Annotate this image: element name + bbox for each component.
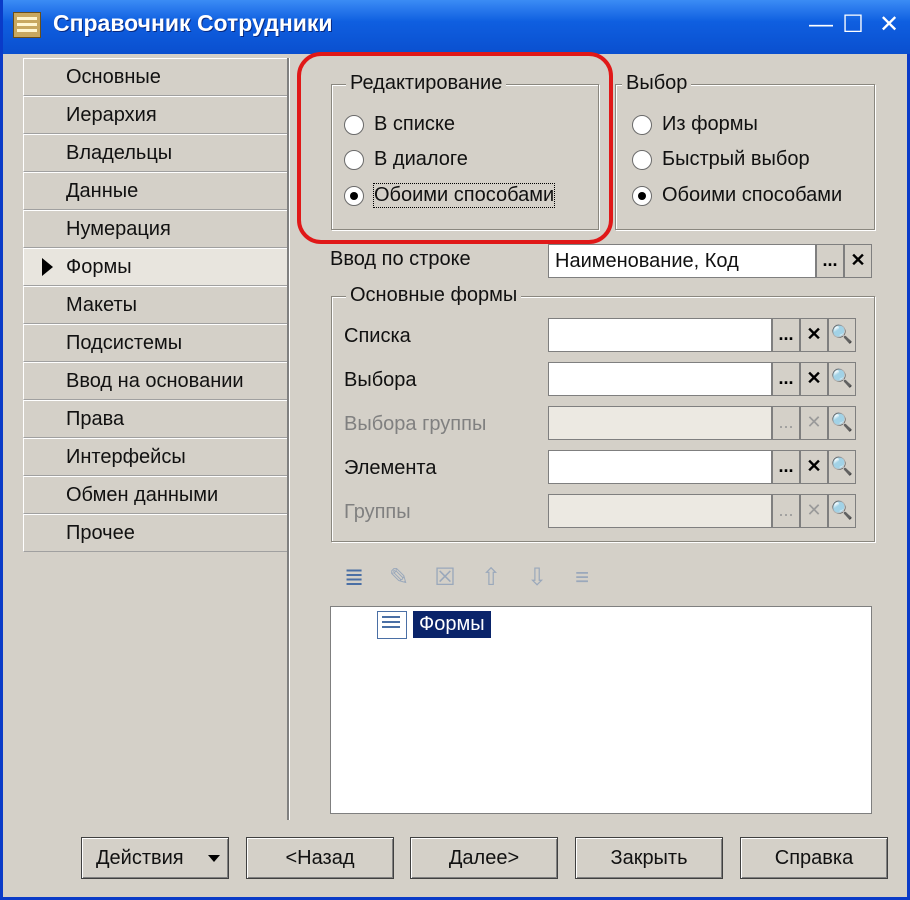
next-button[interactable]: Далее>	[410, 837, 558, 879]
line-input-clear-button[interactable]: ✕	[844, 244, 872, 278]
tab-label: Ввод на основании	[66, 370, 244, 392]
dialog-window: Справочник Сотрудники — ☐ ✕ Основные Иер…	[0, 0, 910, 900]
form-group-choice-clear-button: ✕	[800, 406, 828, 440]
actions-button[interactable]: Действия	[81, 837, 229, 879]
form-choice-label: Выбора	[344, 369, 417, 391]
tab-main[interactable]: Основные	[23, 58, 287, 96]
main-forms-group-title: Основные формы	[346, 284, 522, 307]
tab-forms[interactable]: Формы	[23, 248, 287, 286]
tab-label: Владельцы	[66, 142, 173, 164]
tab-label: Права	[66, 408, 125, 430]
form-list-clear-button[interactable]: ✕	[800, 318, 828, 352]
radio-label: Из формы	[662, 113, 758, 135]
help-button[interactable]: Справка	[740, 837, 888, 879]
back-button[interactable]: <Назад	[246, 837, 394, 879]
tab-list: Основные Иерархия Владельцы Данные Нумер…	[23, 58, 287, 552]
choice-group-title: Выбор	[622, 72, 692, 95]
form-icon	[377, 611, 407, 639]
form-group-label: Группы	[344, 501, 411, 523]
form-list-field[interactable]	[548, 318, 772, 352]
move-up-icon[interactable]: ⇧	[477, 562, 505, 594]
radio-circle-selected	[632, 186, 652, 206]
tab-interfaces[interactable]: Интерфейсы	[23, 438, 287, 476]
actions-button-label: Действия	[96, 847, 184, 869]
form-list-label: Списка	[344, 325, 411, 347]
form-list-open-button[interactable]: 🔍	[828, 318, 856, 352]
form-group-open-button: 🔍	[828, 494, 856, 528]
tab-input-basis[interactable]: Ввод на основании	[23, 362, 287, 400]
minimize-button[interactable]: —	[807, 10, 835, 40]
form-element-clear-button[interactable]: ✕	[800, 450, 828, 484]
tab-label: Обмен данными	[66, 484, 219, 506]
form-group-choice-open-button: 🔍	[828, 406, 856, 440]
line-input-select-button[interactable]: ...	[816, 244, 844, 278]
tab-label: Интерфейсы	[66, 446, 186, 468]
active-arrow-icon	[42, 258, 53, 276]
tab-label: Подсистемы	[66, 332, 183, 354]
line-input-field[interactable]: Наименование, Код	[548, 244, 816, 278]
tab-subsystems[interactable]: Подсистемы	[23, 324, 287, 362]
add-icon[interactable]: ≣	[340, 562, 368, 594]
tab-label: Данные	[66, 180, 139, 202]
tab-label: Формы	[66, 256, 132, 278]
form-element-open-button[interactable]: 🔍	[828, 450, 856, 484]
close-button[interactable]: Закрыть	[575, 837, 723, 879]
tab-other[interactable]: Прочее	[23, 514, 287, 552]
radio-label: Быстрый выбор	[662, 148, 810, 170]
form-group-choice-label: Выбора группы	[344, 413, 487, 435]
tab-numbering[interactable]: Нумерация	[23, 210, 287, 248]
tab-label: Прочее	[66, 522, 135, 544]
radio-label: Обоими способами	[662, 184, 843, 206]
form-element-select-button[interactable]: ...	[772, 450, 800, 484]
form-element-field[interactable]	[548, 450, 772, 484]
form-element-label: Элемента	[344, 457, 437, 479]
form-choice-open-button[interactable]: 🔍	[828, 362, 856, 396]
tab-hierarchy[interactable]: Иерархия	[23, 96, 287, 134]
tab-rights[interactable]: Права	[23, 400, 287, 438]
form-group-choice-field	[548, 406, 772, 440]
radio-circle	[632, 150, 652, 170]
window-title: Справочник Сотрудники	[53, 10, 333, 36]
edit-icon[interactable]: ✎	[385, 562, 413, 594]
close-window-button[interactable]: ✕	[875, 10, 903, 40]
form-group-select-button: ...	[772, 494, 800, 528]
tab-label: Иерархия	[66, 104, 157, 126]
maximize-button[interactable]: ☐	[839, 10, 867, 40]
tab-label: Основные	[66, 66, 161, 88]
move-down-icon[interactable]: ⇩	[523, 562, 551, 594]
form-group-choice-select-button: ...	[772, 406, 800, 440]
radio-circle	[632, 115, 652, 135]
delete-icon[interactable]: ☒	[431, 562, 459, 594]
form-group-field	[548, 494, 772, 528]
highlight-outline	[297, 52, 613, 244]
dropdown-arrow-icon	[208, 855, 220, 862]
tab-data-exchange[interactable]: Обмен данными	[23, 476, 287, 514]
catalog-icon	[13, 12, 41, 38]
tab-divider	[287, 58, 289, 820]
tab-templates[interactable]: Макеты	[23, 286, 287, 324]
tab-label: Макеты	[66, 294, 137, 316]
form-choice-field[interactable]	[548, 362, 772, 396]
form-list-select-button[interactable]: ...	[772, 318, 800, 352]
tab-owners[interactable]: Владельцы	[23, 134, 287, 172]
form-group-clear-button: ✕	[800, 494, 828, 528]
forms-tree[interactable]: Формы	[330, 606, 872, 814]
title-bar[interactable]: Справочник Сотрудники — ☐ ✕	[3, 0, 910, 54]
form-choice-select-button[interactable]: ...	[772, 362, 800, 396]
form-choice-clear-button[interactable]: ✕	[800, 362, 828, 396]
sort-icon[interactable]: ≡	[568, 562, 596, 594]
tab-label: Нумерация	[66, 218, 171, 240]
line-input-label: Ввод по строке	[330, 248, 471, 270]
tab-data[interactable]: Данные	[23, 172, 287, 210]
tree-item-forms[interactable]: Формы	[412, 610, 492, 639]
